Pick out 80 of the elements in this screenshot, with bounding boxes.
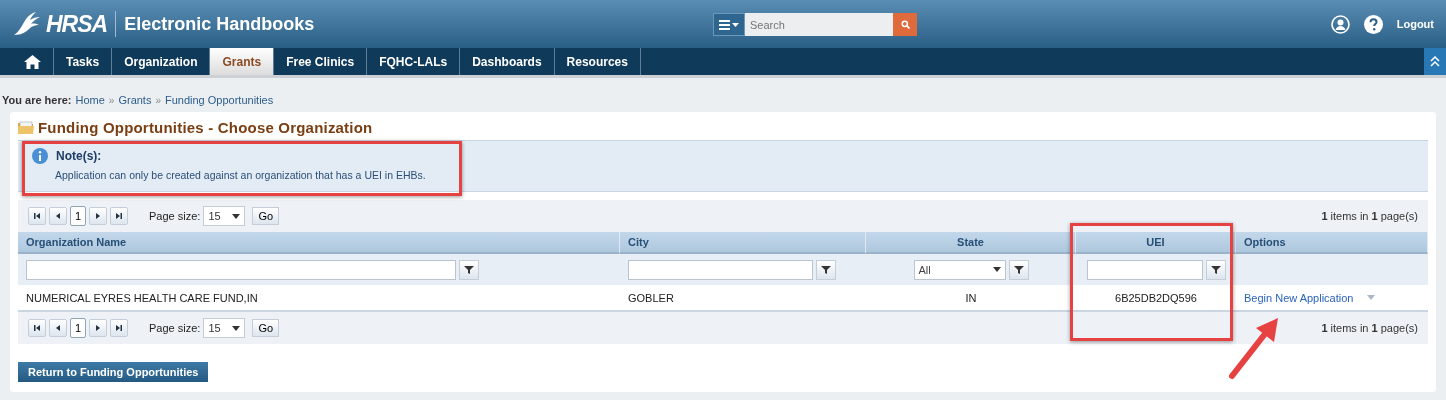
caret-icon [232, 213, 241, 219]
info-icon [32, 148, 48, 164]
pager-summary: 1 items in 1 page(s) [1321, 210, 1418, 222]
search-icon [900, 20, 910, 29]
last-page-icon [115, 212, 123, 220]
caret-icon [232, 325, 241, 331]
note-title: Note(s): [56, 149, 102, 163]
first-page-icon [33, 212, 41, 220]
column-header: UEI [1076, 232, 1236, 254]
next-page-button[interactable] [89, 319, 107, 337]
breadcrumb-separator: » [155, 94, 161, 106]
go-button[interactable]: Go [252, 319, 280, 337]
filter-field[interactable] [1086, 259, 1203, 280]
last-page-button[interactable] [110, 319, 128, 337]
double-chevron-up-icon [1430, 56, 1440, 67]
page-number-button[interactable]: 1 [70, 206, 86, 226]
eagle-logo-icon [12, 11, 42, 37]
note-text: Application can only be created against an organization that has a UEI in EHBs. [54, 168, 427, 181]
collapse-button[interactable] [1424, 48, 1446, 75]
next-page-icon [94, 212, 102, 220]
filter-field[interactable] [26, 259, 456, 280]
caret-icon [1367, 295, 1376, 300]
page-title: Funding Opportunities - Choose Organization [38, 119, 373, 136]
menu-icon [719, 19, 739, 30]
previous-page-icon [54, 324, 62, 332]
breadcrumb-link[interactable]: Funding Opportunities [165, 94, 274, 106]
filter-button[interactable] [1008, 259, 1029, 280]
previous-page-icon [54, 212, 62, 220]
app-title: Electronic Handbooks [124, 13, 315, 35]
breadcrumb-separator: » [108, 94, 115, 106]
next-page-icon [94, 324, 102, 332]
filter-icon [464, 264, 474, 275]
column-header: State [866, 232, 1076, 254]
folder-icon [18, 121, 34, 134]
breadcrumb-link[interactable]: Grants [118, 94, 152, 106]
page-size-select[interactable]: 15 [203, 206, 246, 226]
first-page-button[interactable] [28, 319, 46, 337]
search-button[interactable] [893, 13, 917, 36]
last-page-button[interactable] [110, 207, 128, 225]
filter-icon [1013, 264, 1024, 275]
nav-tab[interactable]: Grants [210, 48, 275, 75]
nav-tab[interactable]: Free Clinics [274, 48, 368, 75]
nav-tab[interactable]: Tasks [54, 48, 113, 75]
filter-icon [821, 264, 831, 275]
last-page-icon [115, 324, 123, 332]
go-button[interactable]: Go [252, 207, 280, 225]
begin-application-link[interactable]: Begin New Application [1244, 291, 1354, 304]
column-header: Options [1236, 232, 1428, 254]
first-page-button[interactable] [28, 207, 46, 225]
search-field[interactable]: Search [745, 13, 893, 36]
column-header: City [620, 232, 866, 254]
previous-page-button[interactable] [49, 207, 67, 225]
breadcrumb-link[interactable]: Home [75, 94, 105, 106]
filter-button[interactable] [459, 259, 479, 280]
logout-link[interactable]: Logout [1396, 18, 1434, 30]
caret-icon [992, 267, 1001, 272]
page-size-label: Page size: [149, 322, 201, 334]
page-size-label: Page size: [149, 210, 201, 222]
filter-field[interactable] [628, 259, 813, 280]
user-icon[interactable] [1330, 14, 1350, 34]
nav-tab[interactable]: Dashboards [460, 48, 555, 75]
first-page-icon [33, 324, 41, 332]
pager-summary: 1 items in 1 page(s) [1321, 322, 1418, 334]
return-button[interactable]: Return to Funding Opportunities [18, 362, 209, 382]
nav-tab[interactable]: Resources [554, 48, 641, 75]
filter-button[interactable] [816, 259, 836, 280]
previous-page-button[interactable] [49, 319, 67, 337]
filter-select[interactable]: All [913, 259, 1006, 280]
filter-icon [1210, 264, 1221, 275]
menu-button[interactable] [713, 13, 745, 36]
nav-tab[interactable]: FQHC-LALs [367, 48, 461, 75]
logo-wordmark: HRSA [46, 10, 108, 38]
help-icon[interactable] [1363, 14, 1383, 34]
page-number-button[interactable]: 1 [70, 318, 86, 338]
page-size-select[interactable]: 15 [203, 318, 246, 338]
next-page-button[interactable] [89, 207, 107, 225]
breadcrumb-label: You are here: [2, 94, 72, 106]
home-icon [24, 54, 41, 69]
filter-button[interactable] [1205, 259, 1226, 280]
column-header: Organization Name [18, 232, 620, 254]
